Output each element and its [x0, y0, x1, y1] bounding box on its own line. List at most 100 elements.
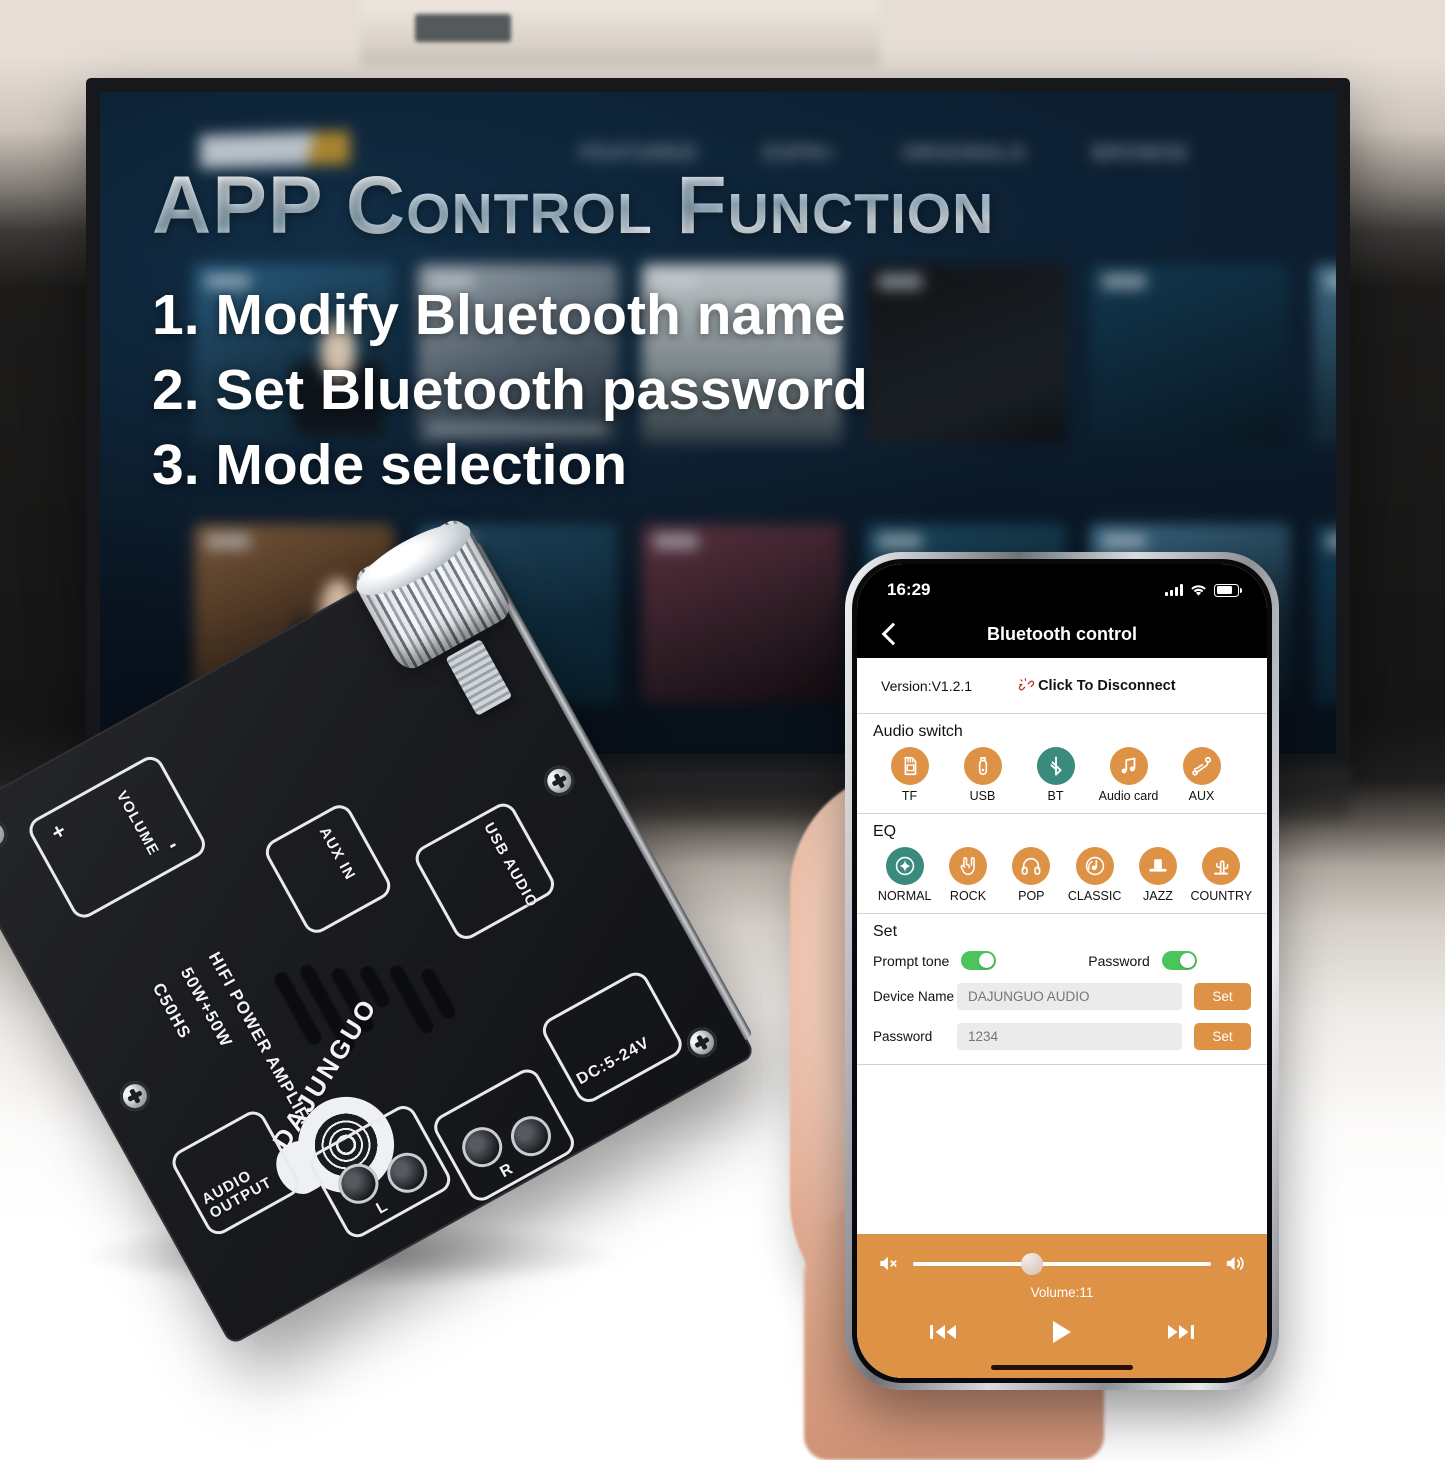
right-terminal-box	[429, 1064, 579, 1206]
volume-slider[interactable]	[913, 1249, 1211, 1278]
eq-option-jazz[interactable]: JAZZ	[1126, 847, 1189, 903]
version-row: Version:V1.2.1 Click To Disconnect	[857, 658, 1267, 714]
sparkle-circle-icon	[885, 847, 924, 885]
music-note-icon	[1109, 747, 1148, 785]
password-row: Password Set	[867, 1010, 1257, 1050]
toggles-row: Prompt tone Password	[867, 945, 1257, 970]
headphones-icon	[1012, 847, 1051, 885]
device-name-input[interactable]	[957, 983, 1182, 1010]
battery-icon	[1214, 583, 1243, 597]
audio-option-label: TF	[901, 789, 918, 803]
password-input[interactable]	[957, 1023, 1182, 1050]
status-time: 16:29	[887, 580, 931, 599]
password-toggle[interactable]	[1161, 951, 1197, 970]
eq-option-classic[interactable]: CLASSIC	[1063, 847, 1126, 903]
device-name-row: Device Name Set	[867, 970, 1257, 1010]
password-label: Password	[873, 1029, 933, 1044]
tv-tile-row	[194, 264, 1336, 444]
volume-row	[857, 1249, 1267, 1278]
audio-switch-options: TF USB BT Audio card AUX	[867, 745, 1257, 803]
broken-link-icon	[1018, 678, 1035, 691]
eq-option-label: POP	[1018, 889, 1045, 903]
usb-silk-box	[410, 798, 560, 944]
slider-thumb[interactable]	[1018, 1249, 1046, 1278]
bluetooth-icon	[1036, 747, 1075, 785]
version-label: Version:V1.2.1	[881, 677, 973, 694]
eq-option-normal[interactable]: NORMAL	[873, 847, 936, 903]
audio-option-aux[interactable]: AUX	[1165, 747, 1238, 803]
smartphone: 16:29 Bluetooth control Version:V1.2.1 C…	[845, 552, 1279, 1390]
phone-bezel: 16:29 Bluetooth control Version:V1.2.1 C…	[852, 559, 1272, 1383]
audio-option-label: Audio card	[1098, 789, 1159, 803]
app-content: Version:V1.2.1 Click To Disconnect Audio…	[857, 658, 1267, 1378]
eq-option-label: COUNTRY	[1190, 889, 1253, 903]
screw	[681, 1022, 723, 1063]
home-indicator	[857, 1356, 1267, 1378]
audio-option-audio-card[interactable]: Audio card	[1092, 747, 1165, 803]
eq-option-pop[interactable]: POP	[1000, 847, 1063, 903]
app-title-bar: Bluetooth control	[857, 610, 1267, 658]
device-name-label: Device Name	[873, 989, 955, 1004]
player-bar: Volume:11	[857, 1234, 1267, 1378]
audio-switch-section: Audio switch TF USB BT Audio card AUX	[857, 714, 1267, 814]
volume-mute-icon[interactable]	[877, 1252, 900, 1275]
wifi-icon	[1191, 584, 1206, 596]
eq-options: NORMAL ROCK POP CLASSIC JAZZ COUNTRY	[867, 845, 1257, 903]
cactus-icon	[1202, 847, 1241, 885]
app-title: Bluetooth control	[987, 623, 1137, 644]
eq-section: EQ NORMAL ROCK POP CLASSIC JAZZ COUNTRY	[857, 814, 1267, 914]
audio-option-bt[interactable]: BT	[1019, 747, 1092, 803]
rock-hand-icon	[948, 847, 987, 885]
previous-track-icon[interactable]	[928, 1321, 958, 1343]
aux-cable-icon	[1182, 747, 1221, 785]
aux-silk-box	[260, 800, 396, 938]
set-title: Set	[873, 923, 898, 940]
status-bar: 16:29	[857, 564, 1267, 610]
play-icon[interactable]	[1049, 1318, 1075, 1346]
audio-option-label: AUX	[1188, 789, 1215, 803]
next-track-icon[interactable]	[1166, 1321, 1196, 1343]
transport-controls	[857, 1300, 1267, 1356]
disconnect-button[interactable]: Click To Disconnect	[1018, 677, 1176, 694]
vinyl-note-icon	[1075, 847, 1114, 885]
empty-space	[857, 1065, 1267, 1234]
set-section: Set Prompt tone Password Device Name Set	[857, 914, 1267, 1065]
sd-card-icon	[890, 747, 929, 785]
eq-option-country[interactable]: COUNTRY	[1190, 847, 1253, 903]
audio-switch-title: Audio switch	[873, 723, 963, 740]
screw	[114, 1075, 156, 1117]
top-hat-icon	[1138, 847, 1177, 885]
back-chevron-icon[interactable]	[879, 623, 901, 645]
volume-value-label: Volume:11	[1030, 1285, 1094, 1300]
device-name-set-button[interactable]: Set	[1194, 983, 1251, 1010]
eq-option-label: CLASSIC	[1067, 889, 1122, 903]
ceiling-light	[415, 14, 511, 42]
volume-silk-box	[24, 751, 210, 923]
prompt-tone-toggle[interactable]	[961, 951, 997, 970]
password-set-button[interactable]: Set	[1194, 1023, 1251, 1050]
phone-frame: 16:29 Bluetooth control Version:V1.2.1 C…	[845, 552, 1279, 1390]
screw	[0, 814, 13, 855]
status-icons	[1165, 583, 1243, 597]
audio-option-label: BT	[1047, 789, 1064, 803]
disconnect-label: Click To Disconnect	[1038, 677, 1176, 694]
eq-option-label: ROCK	[949, 889, 987, 903]
audio-option-label: USB	[969, 789, 996, 803]
phone-screen: 16:29 Bluetooth control Version:V1.2.1 C…	[857, 564, 1267, 1378]
eq-title: EQ	[873, 823, 897, 840]
prompt-tone-label: Prompt tone	[873, 952, 950, 969]
audio-option-usb[interactable]: USB	[946, 747, 1019, 803]
dc-input-box	[537, 967, 687, 1108]
signal-bars-icon	[1165, 584, 1183, 596]
tv-nav: Featured ESPN+ Originals Browse	[580, 143, 1190, 164]
eq-option-label: JAZZ	[1143, 889, 1173, 903]
eq-option-rock[interactable]: ROCK	[936, 847, 999, 903]
slider-track	[913, 1261, 1211, 1266]
volume-up-icon[interactable]	[1224, 1252, 1247, 1275]
amplifier-board-photo: VOLUME + - AUX IN USB AUDIO C50HS 50W+50…	[0, 510, 756, 1420]
usb-drive-icon	[963, 747, 1002, 785]
eq-option-label: NORMAL	[877, 889, 932, 903]
password-toggle-label: Password	[1088, 952, 1150, 969]
screw	[538, 760, 580, 802]
audio-option-tf[interactable]: TF	[873, 747, 946, 803]
